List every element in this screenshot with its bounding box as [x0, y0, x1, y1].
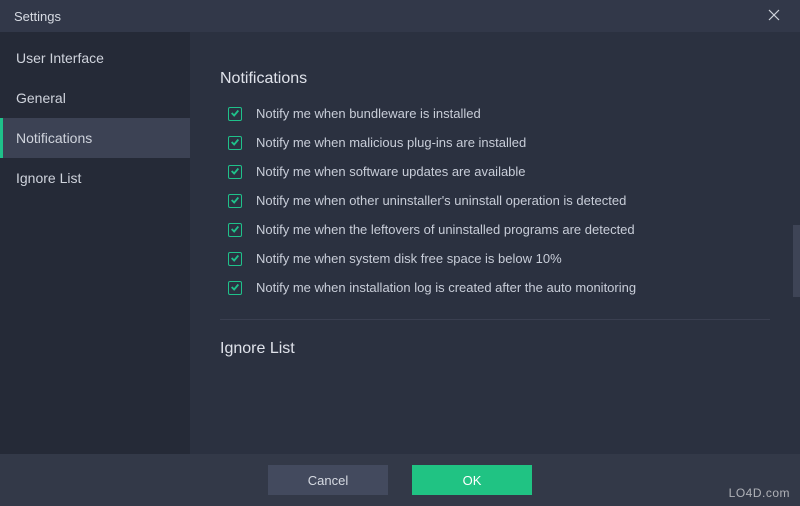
settings-window: Settings User Interface General Notifica…: [0, 0, 800, 506]
checkbox-disk-space[interactable]: [228, 252, 242, 266]
check-icon: [230, 135, 240, 150]
option-label[interactable]: Notify me when software updates are avai…: [256, 164, 526, 179]
section-divider: [220, 319, 770, 320]
option-label[interactable]: Notify me when malicious plug-ins are in…: [256, 135, 526, 150]
window-title: Settings: [14, 9, 61, 24]
check-icon: [230, 164, 240, 179]
ok-button[interactable]: OK: [412, 465, 532, 495]
option-label[interactable]: Notify me when system disk free space is…: [256, 251, 562, 266]
option-label[interactable]: Notify me when other uninstaller's unins…: [256, 193, 626, 208]
option-label[interactable]: Notify me when installation log is creat…: [256, 280, 636, 295]
check-icon: [230, 222, 240, 237]
dialog-footer: Cancel OK: [0, 454, 800, 506]
window-body: User Interface General Notifications Ign…: [0, 32, 800, 506]
sidebar-item-user-interface[interactable]: User Interface: [0, 38, 190, 78]
checkbox-leftovers[interactable]: [228, 223, 242, 237]
notifications-options: Notify me when bundleware is installed N…: [220, 106, 770, 295]
option-row: Notify me when system disk free space is…: [228, 251, 770, 266]
sidebar: User Interface General Notifications Ign…: [0, 32, 190, 506]
sidebar-item-label: User Interface: [16, 50, 104, 66]
check-icon: [230, 193, 240, 208]
content-pane: Notifications Notify me when bundleware …: [190, 32, 800, 506]
option-row: Notify me when other uninstaller's unins…: [228, 193, 770, 208]
checkbox-install-log[interactable]: [228, 281, 242, 295]
option-label[interactable]: Notify me when the leftovers of uninstal…: [256, 222, 635, 237]
checkbox-bundleware[interactable]: [228, 107, 242, 121]
titlebar: Settings: [0, 0, 800, 32]
cancel-button[interactable]: Cancel: [268, 465, 388, 495]
option-label[interactable]: Notify me when bundleware is installed: [256, 106, 481, 121]
sidebar-item-general[interactable]: General: [0, 78, 190, 118]
close-button[interactable]: [754, 0, 794, 32]
checkbox-other-uninstaller[interactable]: [228, 194, 242, 208]
sidebar-item-notifications[interactable]: Notifications: [0, 118, 190, 158]
sidebar-item-ignore-list[interactable]: Ignore List: [0, 158, 190, 198]
option-row: Notify me when malicious plug-ins are in…: [228, 135, 770, 150]
check-icon: [230, 106, 240, 121]
check-icon: [230, 280, 240, 295]
option-row: Notify me when the leftovers of uninstal…: [228, 222, 770, 237]
scrollbar-thumb[interactable]: [793, 225, 800, 297]
checkbox-software-updates[interactable]: [228, 165, 242, 179]
option-row: Notify me when bundleware is installed: [228, 106, 770, 121]
sidebar-item-label: General: [16, 90, 66, 106]
section-title-notifications: Notifications: [220, 70, 770, 88]
section-title-ignore-list: Ignore List: [220, 340, 770, 358]
option-row: Notify me when software updates are avai…: [228, 164, 770, 179]
sidebar-item-label: Notifications: [16, 130, 92, 146]
checkbox-malicious-plugins[interactable]: [228, 136, 242, 150]
sidebar-item-label: Ignore List: [16, 170, 81, 186]
check-icon: [230, 251, 240, 266]
close-icon: [768, 9, 780, 24]
option-row: Notify me when installation log is creat…: [228, 280, 770, 295]
